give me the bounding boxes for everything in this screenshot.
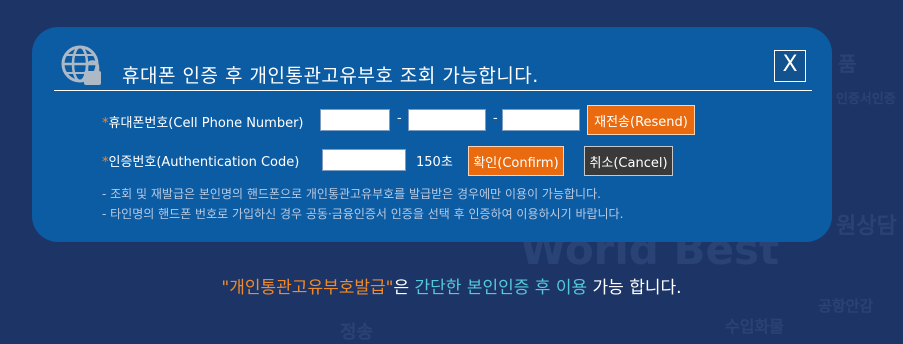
- countdown-timer: 150초: [416, 155, 453, 170]
- background-watermark: 공항안감: [818, 297, 874, 315]
- bottom-message-service: "개인통관고유부호발급": [221, 278, 394, 298]
- bottom-message-text: 은: [393, 278, 415, 298]
- dialog-title: 휴대폰 인증 후 개인통관고유부호 조회 가능합니다.: [122, 65, 539, 87]
- close-button[interactable]: X: [774, 50, 806, 82]
- phone-number-label: *휴대폰번호(Cell Phone Number): [102, 112, 304, 131]
- resend-button[interactable]: 재전송(Resend): [587, 105, 695, 135]
- background-watermark: 인증서인증: [836, 92, 896, 107]
- background-watermark: 정송: [340, 322, 374, 343]
- phone-part1-input[interactable]: [320, 109, 390, 131]
- auth-code-label-text: 인증번호(Authentication Code): [108, 155, 300, 170]
- phone-separator: -: [397, 111, 402, 126]
- notice-text: - 조회 및 재발급은 본인명의 핸드폰으로 개인통관고유부호를 발급받은 경우…: [102, 187, 601, 201]
- bottom-message-text: 가능 합니다.: [587, 278, 682, 298]
- globe-lock-icon: [61, 45, 101, 85]
- notice-text: - 타인명의 핸드폰 번호로 가입하신 경우 공동·금융인증서 인증을 선택 후…: [102, 207, 624, 221]
- cancel-button[interactable]: 취소(Cancel): [584, 146, 673, 176]
- bottom-message: "개인통관고유부호발급"은 간단한 본인인증 후 이용 가능 합니다.: [0, 273, 903, 298]
- phone-separator: -: [493, 111, 498, 126]
- phone-part3-input[interactable]: [502, 109, 580, 131]
- bottom-message-highlight: 간단한 본인인증 후 이용: [414, 278, 588, 298]
- phone-part2-input[interactable]: [408, 109, 486, 131]
- auth-code-label: *인증번호(Authentication Code): [102, 151, 299, 170]
- phone-number-label-text: 휴대폰번호(Cell Phone Number): [108, 116, 304, 131]
- phone-auth-dialog: 휴대폰 인증 후 개인통관고유부호 조회 가능합니다. X *휴대폰번호(Cel…: [32, 27, 832, 242]
- background-watermark: 원상담: [836, 214, 897, 239]
- background-watermark: 수입화물: [725, 317, 784, 336]
- background-watermark: 품: [838, 52, 857, 76]
- title-divider: [54, 90, 812, 91]
- auth-code-input[interactable]: [322, 149, 406, 171]
- confirm-button[interactable]: 확인(Confirm): [468, 146, 564, 176]
